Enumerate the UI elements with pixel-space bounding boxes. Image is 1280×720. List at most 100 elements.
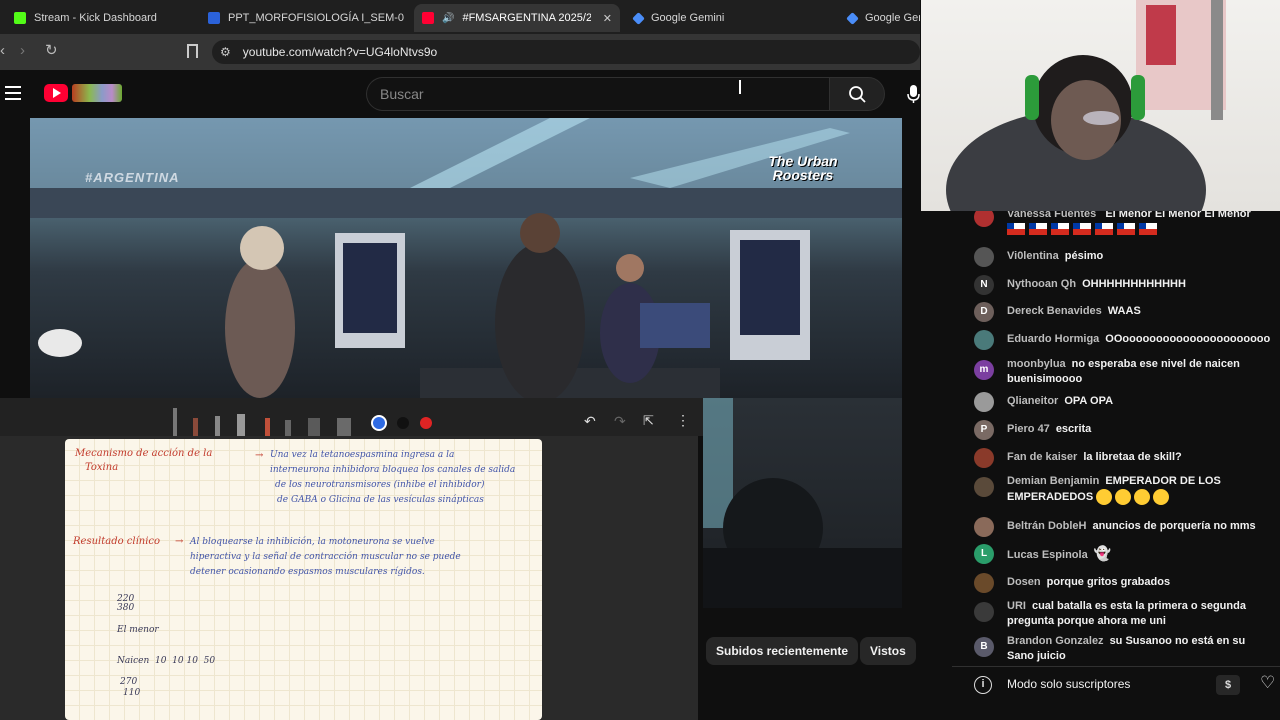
chat-author: Eduardo Hormiga (1007, 333, 1100, 345)
chat-text: OHHHHHHHHHHHH (1082, 278, 1186, 290)
tab-kick-dashboard[interactable]: Stream - Kick Dashboard (6, 4, 196, 32)
chip-vistos[interactable]: Vistos (860, 637, 916, 665)
chat-author: Brandon Gonzalez (1007, 635, 1104, 647)
live-chat: Vanessa Fuentes El Menor El Menor El Men… (952, 211, 1280, 666)
chat-author: Demian Benjamin (1007, 475, 1100, 487)
chat-text: cual batalla es esta la primera o segund… (1007, 600, 1246, 627)
avatar (974, 573, 994, 593)
avatar (974, 330, 994, 350)
address-bar[interactable]: ⚙ youtube.com/watch?v=UG4loNtvs9o (212, 40, 920, 64)
microphone-icon[interactable] (907, 84, 920, 104)
undo-icon[interactable]: ↶ (584, 413, 596, 430)
subscribers-only-label: Modo solo suscriptores (1007, 677, 1131, 691)
result-line-2: hiperactiva y la señal de contracción mu… (190, 552, 461, 562)
forward-icon[interactable]: › (20, 42, 25, 59)
chat-text: OPA OPA (1064, 395, 1114, 407)
notes-paper[interactable]: Mecanismo de acción de la Toxina → Una v… (65, 439, 542, 720)
back-icon[interactable]: ‹ (0, 42, 5, 59)
result-line-1: Al bloquearse la inhibición, la motoneur… (190, 537, 435, 547)
chat-text: la libretaa de skill? (1083, 451, 1182, 463)
score-a-2: 380 (117, 603, 135, 613)
tab-title: #FMSARGENTINA 2025/26 | J (462, 12, 591, 24)
search-input[interactable]: Buscar (366, 77, 830, 111)
tab-google-gemini-2[interactable]: Google Gemi (840, 4, 920, 32)
webcam-frame (946, 0, 1226, 211)
chat-text: OOoooooooooooooooooooooo (1105, 333, 1271, 345)
chat-text: WAAS (1107, 305, 1141, 317)
mechanism-line-1: Una vez la tetanoespasmina ingresa a la (270, 450, 455, 460)
video-frame-lower (703, 398, 902, 608)
super-chat-icon[interactable]: $ (1216, 675, 1240, 695)
mechanism-line-3: de los neurotransmisores (inhibe el inhi… (275, 480, 485, 490)
chat-text: El Menor El Menor El Menor (1105, 211, 1251, 220)
tab-ppt-morfofisiologia[interactable]: PPT_MORFOFISIOLOGÍA I_SEM-05_ST (200, 4, 404, 32)
chat-author: Beltrán DobleH (1007, 520, 1087, 532)
chat-text: escrita (1055, 423, 1092, 435)
mouse-cursor (739, 80, 741, 94)
video-overlay-hashtag: #ARGENTINA (85, 170, 180, 185)
avatar: P (974, 420, 994, 440)
avatar (974, 392, 994, 412)
avatar: N (974, 275, 994, 295)
chat-flags (1007, 222, 1272, 237)
classroom-favicon-icon (208, 12, 220, 24)
pen-tools[interactable] (165, 398, 365, 436)
youtube-doodle-logo[interactable] (72, 84, 122, 102)
avatar: B (974, 637, 994, 657)
youtube-logo-icon[interactable] (44, 84, 68, 102)
score-b-1: 270 (120, 677, 138, 687)
video-player-lower[interactable] (703, 398, 902, 608)
chat-author: URI (1007, 600, 1026, 612)
mechanism-line-2: interneurona inhibidora bloquea los cana… (270, 465, 516, 475)
avatar: m (974, 360, 994, 380)
heart-icon[interactable]: ♡ (1260, 673, 1275, 693)
gemini-favicon-icon (846, 11, 859, 25)
urban-roosters-logo: The Urban Roosters (768, 153, 838, 183)
video-player[interactable]: #ARGENTINA The Urban Roosters (30, 118, 902, 398)
arrow-glyph: → (255, 450, 264, 461)
redo-icon[interactable]: ↷ (614, 413, 626, 430)
site-settings-icon[interactable]: ⚙ (220, 45, 231, 59)
url-text: youtube.com/watch?v=UG4loNtvs9o (242, 45, 438, 59)
black-color-swatch[interactable] (397, 417, 409, 429)
chat-text: 👻 (1093, 545, 1112, 561)
avatar (974, 602, 994, 622)
avatar (974, 211, 994, 227)
webcam-overlay (921, 0, 1280, 211)
info-icon[interactable]: i (974, 676, 992, 694)
search-icon (849, 86, 866, 103)
share-icon[interactable]: ⇱ (643, 413, 654, 429)
chat-author: Vanessa Fuentes (1007, 211, 1097, 220)
chat-text: anuncios de porquería no mms (1092, 520, 1256, 532)
result-line-3: detener ocasionando espasmos musculares … (190, 567, 425, 577)
kick-favicon-icon (14, 12, 26, 24)
tab-title: Stream - Kick Dashboard (34, 12, 157, 24)
chat-text: porque gritos grabados (1046, 576, 1171, 588)
close-tab-icon[interactable]: ✕ (603, 12, 612, 25)
pen-toolbar: ↶ ↷ ⇱ ⋮ (0, 398, 703, 436)
gemini-favicon-icon (632, 11, 645, 25)
tab-youtube-fms[interactable]: 🔊 #FMSARGENTINA 2025/26 | J ✕ (414, 4, 620, 32)
laughing-emoji-icons (1096, 489, 1172, 505)
youtube-favicon-icon (422, 12, 434, 24)
tab-google-gemini[interactable]: Google Gemini (626, 4, 826, 32)
red-color-swatch[interactable] (420, 417, 432, 429)
tab-title: Google Gemi (865, 12, 920, 24)
reload-icon[interactable]: ↻ (45, 41, 58, 59)
chat-author: Lucas Espinola (1007, 549, 1088, 561)
search-button[interactable] (829, 77, 885, 111)
result-heading: Resultado clínico (73, 536, 161, 547)
chat-author: moonbylua (1007, 358, 1066, 370)
mechanism-line-4: de GABA o Glicina de las vesículas sináp… (277, 495, 484, 505)
bookmark-icon[interactable] (187, 44, 198, 58)
chat-text: pésimo (1064, 250, 1104, 262)
more-options-icon[interactable]: ⋮ (676, 412, 690, 429)
hamburger-menu-icon[interactable] (5, 86, 21, 100)
score-b-2: 110 (123, 688, 141, 698)
tab-title: Google Gemini (651, 12, 725, 24)
blue-color-swatch[interactable] (373, 417, 385, 429)
filter-chips: Subidos recientemente Vistos (703, 632, 923, 672)
chat-author: Dereck Benavides (1007, 305, 1102, 317)
chip-subidos-recientemente[interactable]: Subidos recientemente (706, 637, 859, 665)
avatar (974, 448, 994, 468)
